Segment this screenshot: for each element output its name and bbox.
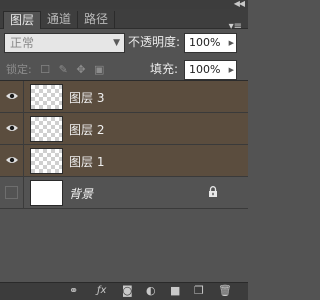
new-layer-icon[interactable]: ❐ [194, 285, 204, 297]
chevron-down-icon: ▼ [113, 38, 120, 48]
layer-row-3[interactable]: 图层 3 [0, 81, 248, 113]
eye-icon [6, 157, 18, 163]
layer-row-1[interactable]: 图层 1 [0, 145, 248, 177]
layer-name: 图层 1 [69, 155, 105, 169]
layer-name: 图层 3 [69, 91, 105, 105]
blend-mode-select[interactable]: 正常 ▼ [4, 33, 125, 53]
layer-thumbnail [30, 180, 63, 206]
lock-label: 锁定: [6, 63, 32, 76]
trash-icon[interactable]: 🗑 [218, 285, 232, 297]
opacity-value: 100% [189, 36, 221, 49]
link-icon[interactable]: ⚭ [69, 285, 78, 297]
panel-top-bar: ◀◀ [0, 0, 248, 9]
lock-position-icon[interactable]: ✥ [76, 63, 85, 76]
layer-thumbnail [30, 84, 63, 110]
visibility-empty-box [5, 186, 18, 199]
layers-list: 图层 3 图层 2 图层 1 背景 [0, 81, 248, 281]
lock-icon [209, 186, 217, 197]
chevron-right-icon[interactable]: ▶ [229, 61, 234, 79]
fill-field[interactable]: 100% ▶ [184, 60, 237, 80]
layer-name: 图层 2 [69, 123, 105, 137]
layer-row-background[interactable]: 背景 [0, 177, 248, 209]
blend-opacity-row: 正常 ▼ 不透明度: 100% ▶ [0, 31, 248, 55]
lock-all-icon[interactable]: ▣ [94, 63, 104, 76]
lock-options: 锁定: ☐ ✎ ✥ ▣ [6, 61, 109, 77]
panel-bottom-toolbar: ⚭ ƒx ◙ ◐ ■ ❐ 🗑 [0, 282, 248, 300]
opacity-field[interactable]: 100% ▶ [184, 33, 237, 53]
tab-channels[interactable]: 通道 [41, 11, 79, 29]
mask-icon[interactable]: ◙ [122, 285, 133, 297]
eye-icon [6, 93, 18, 99]
layer-row-2[interactable]: 图层 2 [0, 113, 248, 145]
fill-label: 填充: [150, 62, 179, 76]
blend-mode-value: 正常 [10, 36, 35, 50]
fx-icon[interactable]: ƒx [97, 285, 106, 297]
tab-layers[interactable]: 图层 [3, 11, 42, 29]
visibility-toggle[interactable] [0, 113, 24, 145]
visibility-toggle[interactable] [0, 177, 24, 209]
visibility-toggle[interactable] [0, 81, 24, 113]
visibility-toggle[interactable] [0, 145, 24, 177]
eye-icon [6, 125, 18, 131]
tab-paths[interactable]: 路径 [78, 11, 116, 29]
chevron-right-icon[interactable]: ▶ [229, 34, 234, 52]
folder-icon[interactable]: ■ [170, 285, 180, 297]
lock-fill-row: 锁定: ☐ ✎ ✥ ▣ 填充: 100% ▶ [0, 58, 248, 80]
panel-tab-row: 图层 通道 路径 ▾≡ [0, 9, 248, 32]
fill-value: 100% [189, 63, 221, 76]
lock-image-icon[interactable]: ✎ [59, 63, 68, 76]
lock-transparent-icon[interactable]: ☐ [40, 63, 50, 76]
layer-name: 背景 [69, 187, 94, 201]
adjustment-icon[interactable]: ◐ [146, 285, 156, 297]
layer-thumbnail [30, 148, 63, 174]
layer-thumbnail [30, 116, 63, 142]
opacity-label: 不透明度: [128, 35, 181, 49]
collapse-icon[interactable]: ◀◀ [234, 0, 245, 8]
